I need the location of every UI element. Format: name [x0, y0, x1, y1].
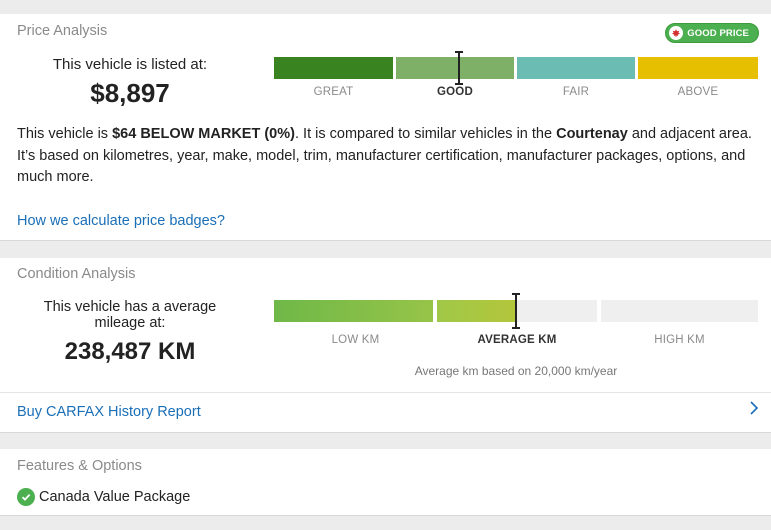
scale-label-above: ABOVE	[677, 86, 719, 98]
price-description: This vehicle is $64 BELOW MARKET (0%). I…	[17, 124, 762, 189]
listed-price: $8,897	[90, 78, 170, 108]
scale-label-great: GREAT	[313, 86, 354, 98]
listed-at-label: This vehicle is listed at:	[52, 56, 208, 73]
km-segment-average-filled	[437, 300, 516, 322]
km-marker	[515, 293, 517, 328]
section-divider	[0, 392, 771, 393]
price-marker	[458, 51, 460, 84]
scale-segment-above	[638, 57, 758, 79]
maple-leaf-icon	[669, 26, 684, 40]
scale-segment-great	[274, 57, 393, 79]
mileage-label: This vehicle has a average mileage at:	[43, 299, 217, 331]
price-marker-bottom	[455, 83, 463, 85]
km-segment-average-empty	[516, 300, 597, 322]
feature-item: Canada Value Package	[17, 488, 190, 506]
km-segment-high	[601, 300, 758, 322]
desc-text-1: This vehicle is	[17, 126, 113, 142]
features-title: Features & Options	[17, 458, 142, 474]
mileage-value: 238,487 KM	[64, 338, 196, 365]
average-km-note: Average km based on 20,000 km/year	[414, 364, 618, 378]
features-card: Features & Options Canada Value Package	[0, 449, 771, 516]
condition-analysis-card: Condition Analysis This vehicle has a av…	[0, 258, 771, 433]
check-circle-icon	[17, 488, 35, 506]
badge-label: GOOD PRICE	[687, 27, 749, 39]
scale-segment-fair	[517, 57, 635, 79]
km-segment-low	[274, 300, 433, 322]
scale-label-good: GOOD	[437, 86, 473, 98]
price-analysis-title: Price Analysis	[17, 23, 108, 39]
feature-label: Canada Value Package	[39, 489, 191, 505]
desc-below-market: $64 BELOW MARKET (0%)	[112, 126, 295, 142]
scale-label-fair: FAIR	[562, 86, 590, 98]
km-label-average: AVERAGE KM	[477, 334, 557, 346]
condition-analysis-title: Condition Analysis	[17, 266, 136, 282]
chevron-right-icon[interactable]	[749, 401, 759, 415]
km-marker-bottom	[512, 327, 520, 329]
km-label-high: HIGH KM	[654, 334, 705, 346]
scale-segment-good	[396, 57, 514, 79]
price-analysis-card: Price Analysis GOOD PRICE This vehicle i…	[0, 14, 771, 241]
carfax-report-link[interactable]: Buy CARFAX History Report	[17, 404, 201, 420]
good-price-badge: GOOD PRICE	[665, 23, 759, 43]
price-badges-link[interactable]: How we calculate price badges?	[17, 213, 225, 229]
km-label-low: LOW KM	[331, 334, 380, 346]
desc-text-2: . It is compared to similar vehicles in …	[294, 126, 557, 142]
desc-location: Courtenay	[556, 126, 628, 142]
